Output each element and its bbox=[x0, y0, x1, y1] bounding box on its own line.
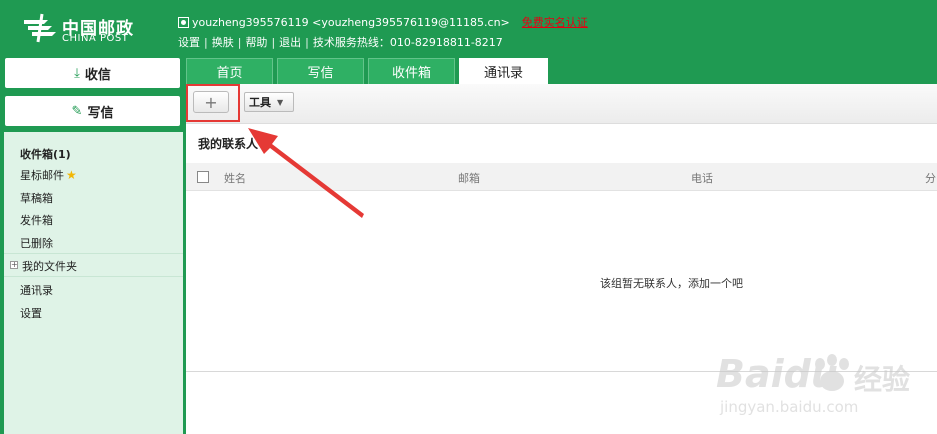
edit-icon: ✎ bbox=[71, 103, 83, 119]
menu-skin[interactable]: 换肤 bbox=[212, 36, 234, 49]
folder-starred[interactable]: 星标邮件 ★ bbox=[20, 167, 77, 183]
contacts-group-title: 我的联系人 bbox=[198, 137, 259, 151]
column-email[interactable]: 邮箱 bbox=[458, 170, 480, 186]
china-post-logo[interactable]: 中国邮政 CHINA POST bbox=[22, 12, 142, 46]
folder-deleted[interactable]: 已删除 bbox=[20, 235, 53, 251]
tab-write[interactable]: 写信 bbox=[277, 58, 364, 84]
tab-contacts[interactable]: 通讯录 bbox=[459, 58, 548, 84]
receive-label: 收信 bbox=[84, 67, 111, 83]
contacts-table-header: 姓名 邮箱 电话 分 bbox=[186, 163, 937, 191]
empty-contacts-message: 该组暂无联系人，添加一个吧 bbox=[600, 277, 743, 290]
paw-icon bbox=[815, 354, 849, 391]
column-phone[interactable]: 电话 bbox=[691, 170, 713, 186]
watermark-brand-cn: 经验 bbox=[854, 363, 911, 396]
folder-divider bbox=[4, 276, 183, 277]
tab-home[interactable]: 首页 bbox=[186, 58, 273, 84]
column-group[interactable]: 分 bbox=[925, 170, 936, 186]
sidebar: ⤓ 收信 ✎ 写信 收件箱(1) 星标邮件 ★ 草稿箱 发件箱 已删除 + 我的文… bbox=[0, 56, 186, 434]
user-icon bbox=[178, 16, 189, 28]
header-menu: 设置 | 换肤 | 帮助 | 退出 | 技术服务热线：010-82918811-8217 bbox=[178, 34, 503, 50]
menu-logout[interactable]: 退出 bbox=[279, 36, 301, 49]
support-hotline: 技术服务热线：010-82918811-8217 bbox=[312, 36, 503, 49]
folder-sent[interactable]: 发件箱 bbox=[20, 212, 53, 228]
folder-starred-label: 星标邮件 bbox=[20, 169, 64, 182]
folder-panel: 收件箱(1) 星标邮件 ★ 草稿箱 发件箱 已删除 + 我的文件夹 通讯录 设置 bbox=[4, 132, 183, 434]
folder-my-folders[interactable]: 我的文件夹 bbox=[22, 258, 77, 274]
star-icon: ★ bbox=[66, 168, 77, 182]
menu-settings[interactable]: 设置 bbox=[178, 36, 200, 49]
app-header: 中国邮政 CHINA POST youzheng395576119 <youzh… bbox=[0, 0, 937, 56]
download-icon: ⤓ bbox=[74, 65, 80, 81]
logo-text-en: CHINA POST bbox=[62, 33, 129, 44]
menu-separator: | bbox=[237, 36, 242, 49]
menu-separator: | bbox=[271, 36, 276, 49]
watermark-url: jingyan.baidu.com bbox=[720, 398, 859, 416]
folder-inbox[interactable]: 收件箱(1) bbox=[20, 146, 71, 162]
user-account: youzheng395576119 <youzheng395576119@111… bbox=[192, 15, 510, 29]
user-info: youzheng395576119 <youzheng395576119@111… bbox=[178, 14, 588, 30]
select-all-checkbox[interactable] bbox=[197, 171, 209, 183]
chevron-down-icon: ▼ bbox=[277, 97, 284, 107]
baidu-jingyan-watermark: Baidu 经验 jingyan.baidu.com bbox=[716, 350, 926, 430]
tab-inbox[interactable]: 收件箱 bbox=[368, 58, 455, 84]
column-name[interactable]: 姓名 bbox=[224, 170, 246, 186]
tab-bar: 首页 写信 收件箱 通讯录 bbox=[186, 56, 937, 84]
write-mail-button[interactable]: ✎ 写信 bbox=[5, 96, 180, 126]
menu-separator: | bbox=[204, 36, 208, 49]
contacts-toolbar: + 工具 ▼ bbox=[186, 84, 937, 124]
menu-help[interactable]: 帮助 bbox=[245, 36, 267, 49]
folder-contacts[interactable]: 通讯录 bbox=[20, 282, 53, 298]
menu-separator: | bbox=[305, 36, 309, 49]
china-post-logo-icon bbox=[24, 13, 56, 43]
verify-link[interactable]: 免费实名认证 bbox=[522, 14, 588, 30]
folder-settings[interactable]: 设置 bbox=[20, 305, 42, 321]
write-label: 写信 bbox=[87, 105, 114, 121]
folder-divider bbox=[4, 253, 183, 254]
tools-dropdown[interactable]: 工具 ▼ bbox=[244, 92, 294, 112]
folder-drafts[interactable]: 草稿箱 bbox=[20, 190, 53, 206]
receive-mail-button[interactable]: ⤓ 收信 bbox=[5, 58, 180, 88]
expand-icon[interactable]: + bbox=[10, 261, 18, 269]
tools-label: 工具 bbox=[249, 96, 271, 109]
annotation-highlight-box bbox=[186, 84, 240, 122]
